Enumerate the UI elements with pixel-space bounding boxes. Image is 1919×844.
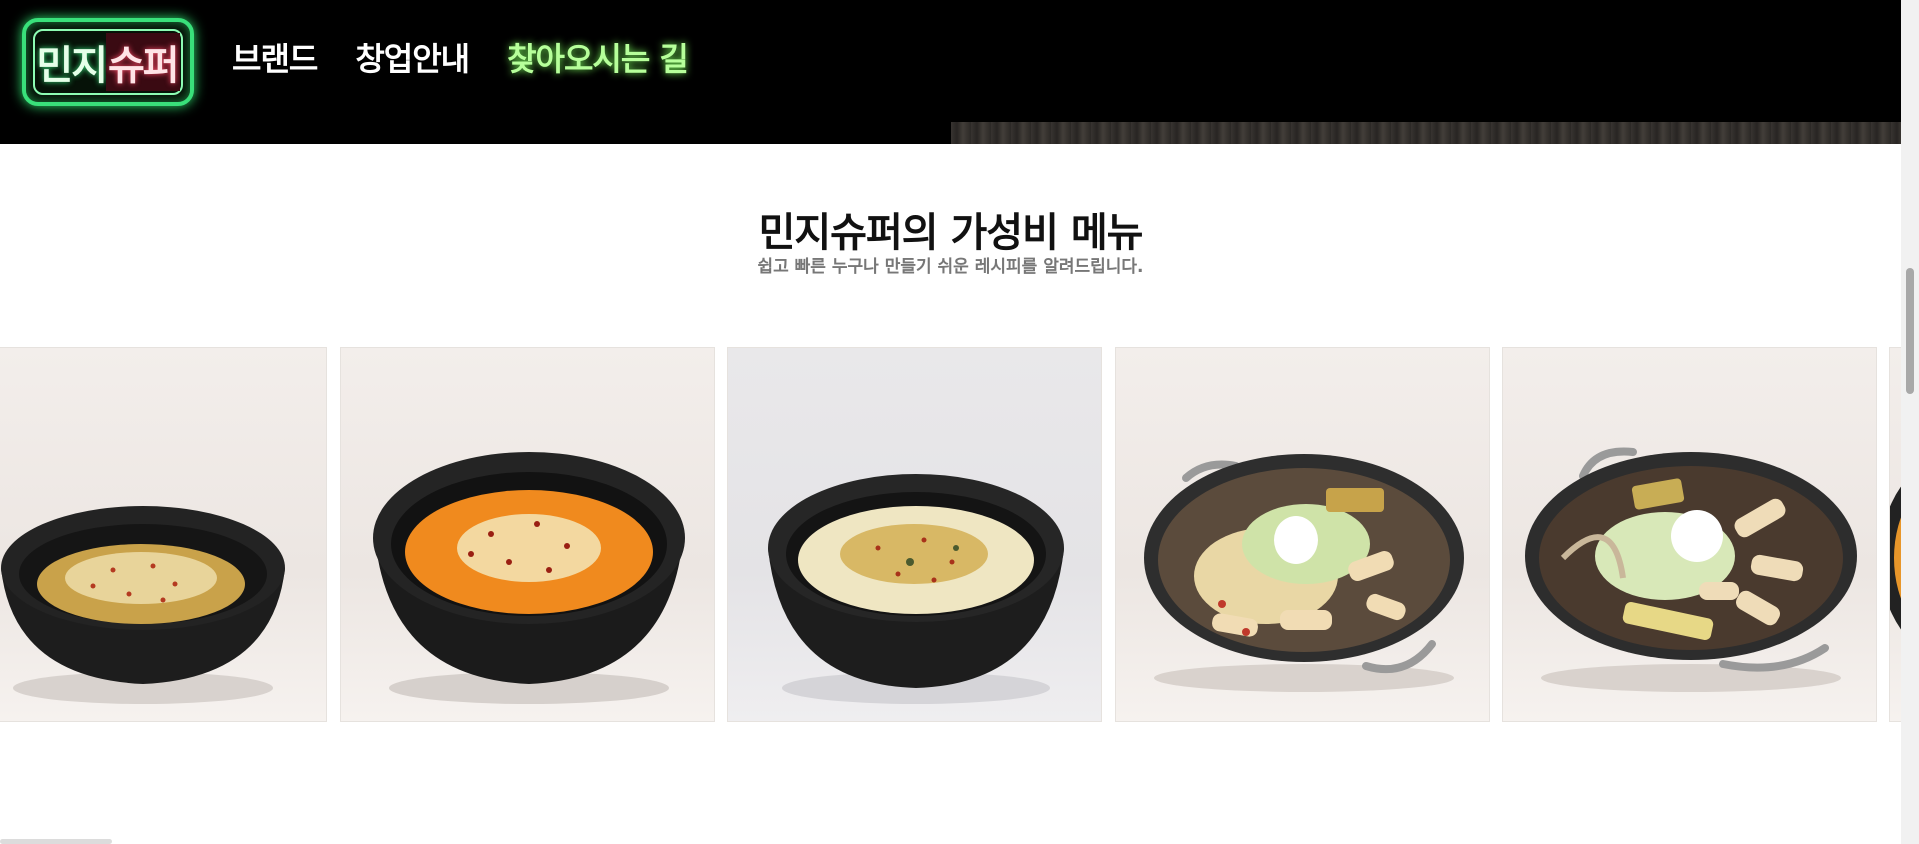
menu-card[interactable] xyxy=(1889,347,1901,722)
menu-card[interactable] xyxy=(1115,347,1490,722)
menu-card[interactable] xyxy=(0,347,327,722)
main-nav: 브랜드 창업안내 찾아오시는 길 xyxy=(232,34,689,80)
menu-card[interactable] xyxy=(340,347,715,722)
nav-item-brand[interactable]: 브랜드 xyxy=(232,34,318,80)
section-title: 민지슈퍼의 가성비 메뉴 xyxy=(758,210,1144,256)
menu-card[interactable] xyxy=(1502,347,1877,722)
pasta-bowl-icon xyxy=(1,506,285,704)
brand-logo[interactable]: 민지 슈퍼 xyxy=(22,18,194,106)
cream-pasta-bowl-icon xyxy=(768,474,1064,704)
header-background-photo xyxy=(951,122,1901,144)
logo-neon-frame: 민지 슈퍼 xyxy=(33,29,183,95)
rabokki-pan-icon xyxy=(1525,447,1857,692)
horizontal-scroll-indicator xyxy=(0,839,112,844)
site-header: 민지 슈퍼 브랜드 창업안내 찾아오시는 길 xyxy=(0,0,1901,144)
nav-item-directions[interactable]: 찾아오시는 길 xyxy=(507,34,689,80)
logo-text-a: 민지 xyxy=(36,43,108,89)
menu-card[interactable] xyxy=(727,347,1102,722)
page: 민지 슈퍼 브랜드 창업안내 찾아오시는 길 민지슈퍼의 가성비 메뉴 쉽고 빠… xyxy=(0,0,1919,844)
scrollbar-thumb[interactable] xyxy=(1906,268,1914,394)
tteokbokki-pan-icon xyxy=(1144,454,1464,692)
logo-text-b: 슈퍼 xyxy=(106,33,180,91)
dish-icon xyxy=(1890,486,1901,630)
menu-carousel[interactable] xyxy=(0,347,1901,722)
nav-item-franchise[interactable]: 창업안내 xyxy=(355,34,470,80)
rose-pasta-bowl-icon xyxy=(373,452,685,704)
page-scrollbar[interactable] xyxy=(1901,0,1919,844)
section-subtitle: 쉽고 빠른 누구나 만들기 쉬운 레시피를 알려드립니다. xyxy=(757,257,1144,277)
